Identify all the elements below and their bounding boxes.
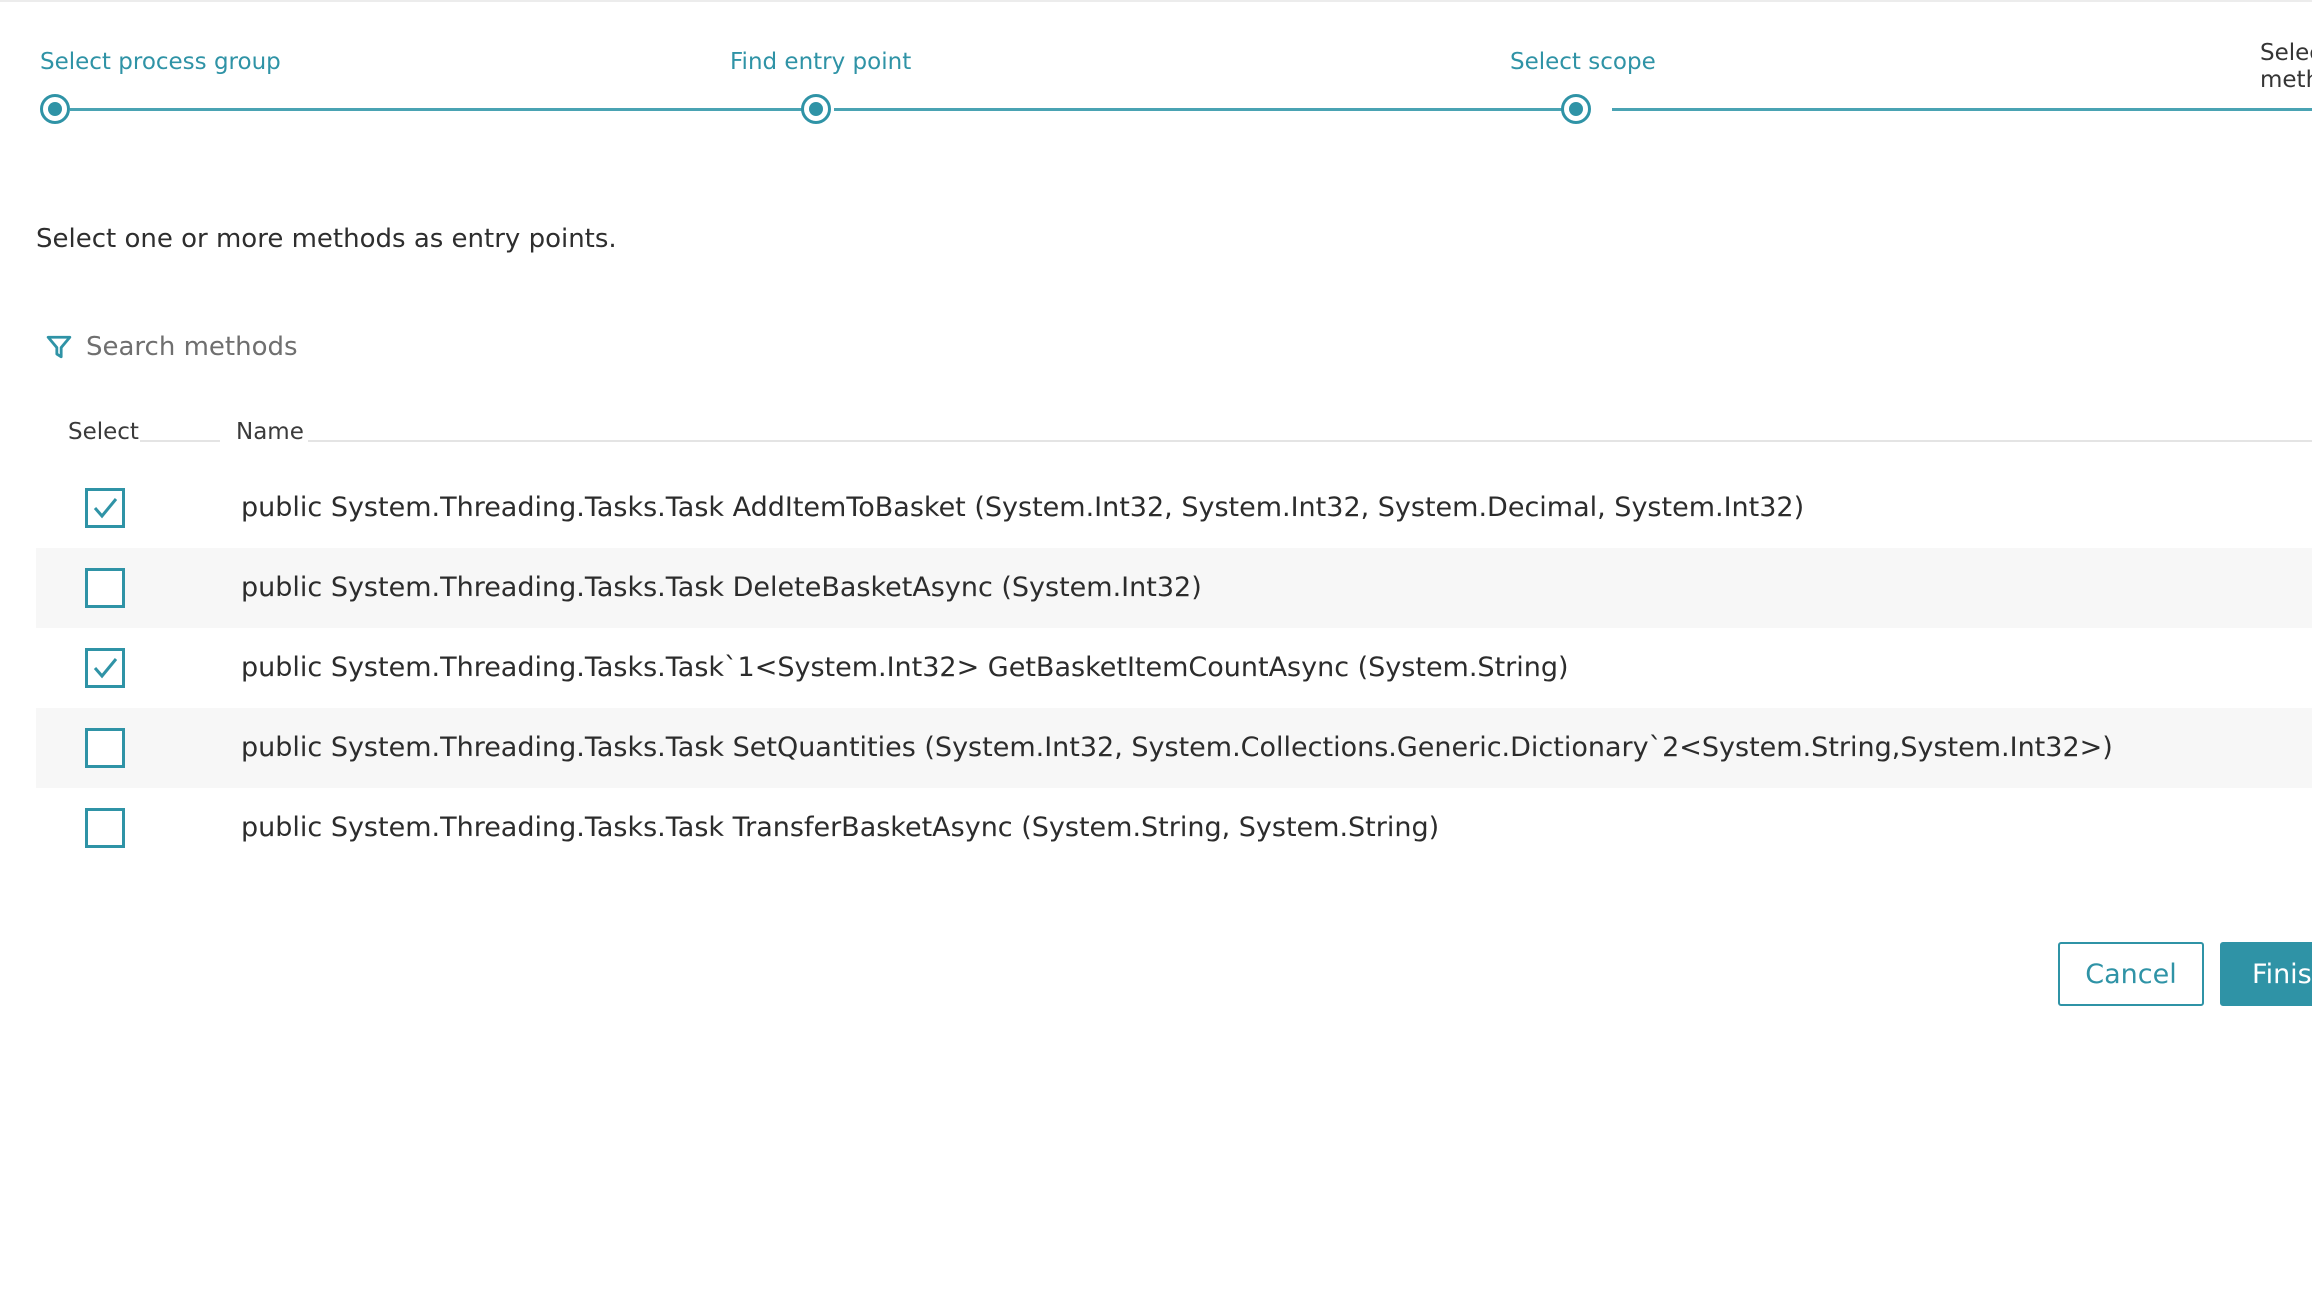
step-node-select-process-group[interactable] — [40, 94, 70, 124]
step-label-select-scope[interactable]: Select scope — [1510, 48, 1656, 76]
table-row[interactable]: public System.Threading.Tasks.Task AddIt… — [36, 468, 2312, 548]
step-label-line1: Selec — [2260, 40, 2312, 66]
table-row[interactable]: public System.Threading.Tasks.Task SetQu… — [36, 708, 2312, 788]
table-row[interactable]: public System.Threading.Tasks.Task`1<Sys… — [36, 628, 2312, 708]
column-header-divider — [308, 440, 2312, 442]
method-name: public System.Threading.Tasks.Task`1<Sys… — [241, 652, 1569, 683]
step-label-line2: meth — [2260, 67, 2312, 93]
row-checkbox[interactable] — [85, 808, 125, 848]
column-header-name[interactable]: Name — [236, 418, 304, 446]
step-label-find-entry-point[interactable]: Find entry point — [730, 48, 911, 76]
column-header-select[interactable]: Select — [68, 418, 139, 446]
stepper-connector — [834, 108, 1582, 111]
step-label-select-process-group[interactable]: Select process group — [40, 48, 281, 76]
checkmark-icon — [93, 498, 118, 519]
row-checkbox[interactable] — [85, 488, 125, 528]
method-name: public System.Threading.Tasks.Task Trans… — [241, 812, 1440, 843]
method-name: public System.Threading.Tasks.Task AddIt… — [241, 492, 1805, 523]
row-checkbox[interactable] — [85, 648, 125, 688]
step-label-select-methods: Selec meth — [2260, 40, 2312, 94]
method-name: public System.Threading.Tasks.Task Delet… — [241, 572, 1202, 603]
cancel-button[interactable]: Cancel — [2058, 942, 2204, 1006]
intro-text: Select one or more methods as entry poin… — [36, 224, 617, 254]
stepper-connector — [1612, 108, 2312, 111]
finish-button[interactable]: Finish — [2220, 942, 2312, 1006]
checkmark-icon — [93, 658, 118, 679]
step-node-select-scope[interactable] — [1561, 94, 1591, 124]
method-name: public System.Threading.Tasks.Task SetQu… — [241, 732, 2113, 763]
filter-icon — [46, 335, 72, 359]
wizard-stepper: Select process group Find entry point Se… — [0, 0, 2312, 140]
table-row[interactable]: public System.Threading.Tasks.Task Trans… — [36, 788, 2312, 868]
stepper-connector — [70, 108, 804, 111]
column-header-divider — [140, 440, 220, 442]
search-input[interactable] — [86, 332, 566, 362]
row-checkbox[interactable] — [85, 568, 125, 608]
row-checkbox[interactable] — [85, 728, 125, 768]
search-bar[interactable] — [46, 326, 606, 368]
step-node-find-entry-point[interactable] — [801, 94, 831, 124]
table-row[interactable]: public System.Threading.Tasks.Task Delet… — [36, 548, 2312, 628]
